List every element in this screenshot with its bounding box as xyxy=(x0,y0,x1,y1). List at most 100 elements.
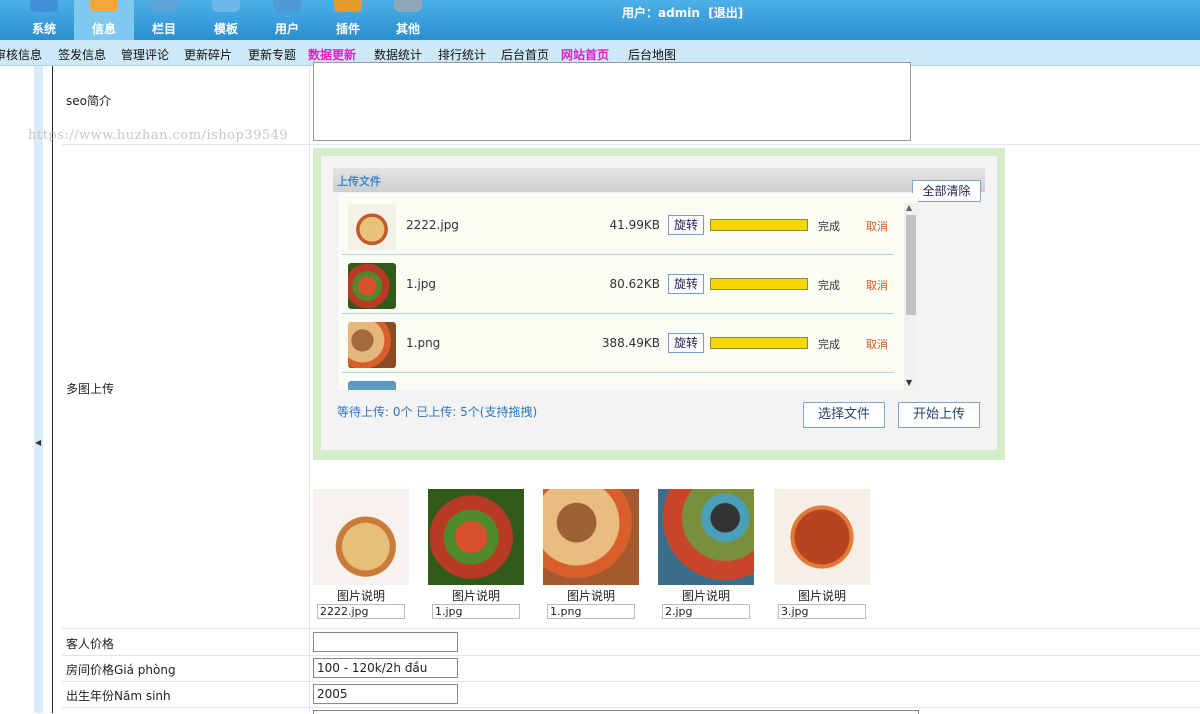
nav-system-label: 系统 xyxy=(31,22,56,36)
gallery-image xyxy=(313,489,409,585)
nav-system[interactable]: 系统 xyxy=(14,0,74,40)
username: admin xyxy=(658,6,700,20)
row-divider xyxy=(62,655,1200,656)
file-thumbnail xyxy=(348,322,396,368)
row-divider xyxy=(62,144,1200,145)
file-thumbnail xyxy=(348,263,396,309)
nav-template[interactable]: 模板 xyxy=(196,0,256,40)
gallery-caption: 图片说明 xyxy=(566,589,615,603)
guest-price-label: 客人价格 xyxy=(66,637,115,651)
file-row: 2222.jpg 41.99KB 旋转 完成 取消 xyxy=(342,197,894,255)
template-icon xyxy=(212,0,240,12)
column-divider xyxy=(309,66,310,713)
file-list-scrollbar[interactable]: ▲ ▼ xyxy=(904,203,918,390)
gallery-item: 图片说明 1.jpg xyxy=(428,489,524,619)
nav-user-label: 用户 xyxy=(274,22,299,36)
uploader-panel: 上传文件 全部清除 2222.jpg 41.99KB 旋转 完成 取消 1.jp… xyxy=(313,148,1005,460)
collapse-arrow-icon[interactable]: ◀ xyxy=(35,438,41,447)
file-status: 完成 xyxy=(818,338,840,351)
rotate-button[interactable]: 旋转 xyxy=(668,333,704,353)
file-row: 1.png 388.49KB 旋转 完成 取消 xyxy=(342,315,894,373)
left-divider xyxy=(43,66,53,713)
progress-bar xyxy=(710,337,808,349)
birth-year-label: 出生年份Năm sinh xyxy=(66,689,171,703)
rotate-button[interactable]: 旋转 xyxy=(668,215,704,235)
subnav-sign[interactable]: 签发信息 xyxy=(58,46,106,63)
top-navigation-bar: 系统 信息 栏目 模板 用户 插件 其他 用户：admin [退出] xyxy=(0,0,1200,40)
info-icon xyxy=(90,0,118,12)
scrollbar-thumb[interactable] xyxy=(906,215,916,315)
start-upload-button[interactable]: 开始上传 xyxy=(898,402,980,428)
file-row: 1.jpg 80.62KB 旋转 完成 取消 xyxy=(342,256,894,314)
uploader-inner: 上传文件 全部清除 2222.jpg 41.99KB 旋转 完成 取消 1.jp… xyxy=(321,156,997,450)
room-price-input[interactable]: 100 - 120k/2h đầu xyxy=(313,658,458,678)
subnav-admin-home[interactable]: 后台首页 xyxy=(501,46,549,63)
cancel-link[interactable]: 取消 xyxy=(866,336,888,352)
left-splitter[interactable] xyxy=(34,66,43,713)
nav-info-label: 信息 xyxy=(91,22,116,36)
gallery-image xyxy=(428,489,524,585)
row-divider xyxy=(62,707,1200,708)
next-field-input[interactable] xyxy=(313,710,919,714)
gallery-item: 图片说明 2222.jpg xyxy=(313,489,409,619)
seo-label: seo简介 xyxy=(66,94,111,108)
nav-user[interactable]: 用户 xyxy=(257,0,317,40)
file-status: 完成 xyxy=(818,279,840,292)
uploader-header: 上传文件 xyxy=(333,168,985,192)
gallery-caption: 图片说明 xyxy=(797,589,846,603)
nav-plugin[interactable]: 插件 xyxy=(318,0,378,40)
guest-price-input[interactable] xyxy=(313,632,458,652)
cancel-link[interactable]: 取消 xyxy=(866,277,888,293)
subnav-sitemap[interactable]: 后台地图 xyxy=(628,46,676,63)
rotate-button[interactable]: 旋转 xyxy=(668,274,704,294)
gallery-caption: 图片说明 xyxy=(681,589,730,603)
subnav-ranking[interactable]: 排行统计 xyxy=(438,46,486,63)
scroll-up-icon[interactable]: ▲ xyxy=(906,203,912,212)
system-icon xyxy=(30,0,58,12)
scroll-down-icon[interactable]: ▼ xyxy=(906,378,912,387)
gallery-caption: 图片说明 xyxy=(451,589,500,603)
gallery-filename-input[interactable]: 3.jpg xyxy=(778,604,866,619)
plugin-icon xyxy=(334,0,362,12)
uploader-title: 上传文件 xyxy=(337,175,381,188)
gallery-filename-input[interactable]: 2.jpg xyxy=(662,604,750,619)
gallery-filename-input[interactable]: 1.jpg xyxy=(432,604,520,619)
logout-link[interactable]: [退出] xyxy=(708,6,743,20)
file-size: 80.62KB xyxy=(609,277,660,291)
file-status: 完成 xyxy=(818,220,840,233)
gallery-filename-input[interactable]: 1.png xyxy=(547,604,635,619)
subnav-data-stats[interactable]: 数据统计 xyxy=(374,46,422,63)
gallery-image xyxy=(543,489,639,585)
nav-column[interactable]: 栏目 xyxy=(134,0,194,40)
file-list: 2222.jpg 41.99KB 旋转 完成 取消 1.jpg 80.62KB … xyxy=(338,193,918,390)
subnav-data-update[interactable]: 数据更新 xyxy=(308,46,356,63)
cancel-link[interactable]: 取消 xyxy=(866,218,888,234)
gallery-item: 图片说明 2.jpg xyxy=(658,489,754,619)
upload-status: 等待上传: 0个 已上传: 5个(支持拖拽) xyxy=(337,405,538,419)
subnav-site-home[interactable]: 网站首页 xyxy=(561,46,609,63)
subnav-fragments[interactable]: 更新碎片 xyxy=(184,46,232,63)
subnav-review[interactable]: 审核信息 xyxy=(0,46,42,63)
column-icon xyxy=(150,0,178,12)
file-size: 41.99KB xyxy=(609,218,660,232)
room-price-label: 房间价格Giá phòng xyxy=(66,663,176,677)
nav-info[interactable]: 信息 xyxy=(74,0,134,40)
progress-bar xyxy=(710,219,808,231)
subnav-topics[interactable]: 更新专题 xyxy=(248,46,296,63)
select-files-button[interactable]: 选择文件 xyxy=(803,402,885,428)
user-prefix: 用户： xyxy=(622,6,659,20)
file-name: 1.jpg xyxy=(406,277,437,291)
file-name: 2222.jpg xyxy=(406,218,459,232)
gallery-image xyxy=(658,489,754,585)
file-size: 388.49KB xyxy=(601,336,660,350)
nav-other[interactable]: 其他 xyxy=(378,0,438,40)
seo-textarea[interactable] xyxy=(313,62,911,141)
birth-year-input[interactable]: 2005 xyxy=(313,684,458,704)
gallery-filename-input[interactable]: 2222.jpg xyxy=(317,604,405,619)
file-thumbnail xyxy=(348,204,396,250)
subnav-comments[interactable]: 管理评论 xyxy=(121,46,169,63)
clear-all-button[interactable]: 全部清除 xyxy=(912,180,981,202)
gear-icon xyxy=(394,0,422,12)
left-menu-panel xyxy=(0,66,34,713)
multi-upload-label: 多图上传 xyxy=(66,382,115,396)
